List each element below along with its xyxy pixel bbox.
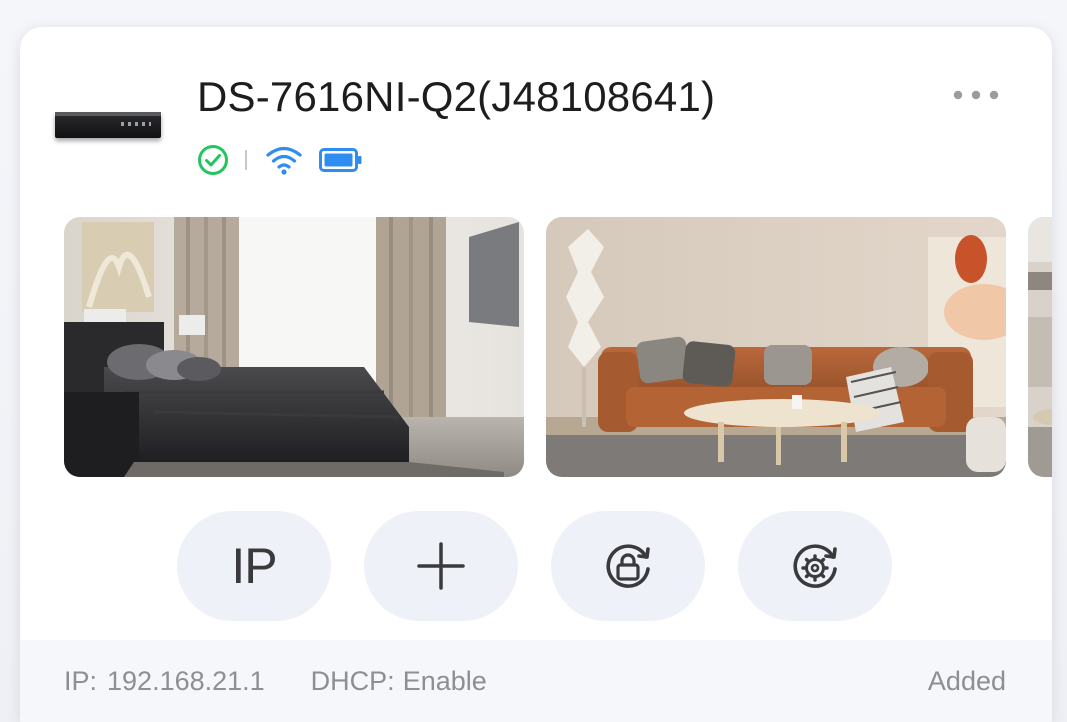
- lock-refresh-icon: [606, 544, 650, 588]
- ip-button-label: IP: [231, 538, 277, 594]
- camera-preview-bedroom[interactable]: [64, 217, 524, 477]
- more-horizontal-icon: [953, 90, 999, 100]
- reset-password-button[interactable]: [551, 511, 705, 621]
- check-circle-icon: [197, 144, 229, 176]
- action-buttons: IP: [177, 511, 892, 621]
- device-thumbnail-strip: [55, 112, 161, 116]
- plus-icon: [417, 542, 465, 590]
- device-info-footer: IP: 192.168.21.1 DHCP: Enable Added: [20, 640, 1052, 722]
- add-device-button[interactable]: [364, 511, 518, 621]
- gear-refresh-icon: [793, 544, 837, 588]
- device-thumbnail: [55, 112, 161, 138]
- wifi-icon: [265, 144, 303, 176]
- device-added-status: Added: [927, 665, 1006, 696]
- dhcp-value: Enable: [402, 665, 487, 696]
- device-thumbnail-leds: [121, 122, 151, 126]
- dhcp-label: DHCP:: [310, 665, 395, 696]
- ip-label: IP:: [64, 665, 98, 696]
- status-separator: [245, 150, 247, 170]
- restore-settings-button[interactable]: [738, 511, 892, 621]
- battery-icon: [319, 146, 363, 174]
- ip-address: 192.168.21.1: [107, 665, 265, 696]
- camera-preview-partial[interactable]: [1028, 217, 1052, 477]
- camera-preview-living-room[interactable]: [546, 217, 1006, 477]
- more-options-button[interactable]: [946, 77, 1006, 113]
- device-card[interactable]: DS-7616NI-Q2(J48108641) IP IP: 192.168.2…: [20, 27, 1052, 722]
- ip-config-button[interactable]: IP: [177, 511, 331, 621]
- page-background: DS-7616NI-Q2(J48108641) IP IP: 192.168.2…: [0, 0, 1067, 722]
- device-name: DS-7616NI-Q2(J48108641): [197, 73, 716, 120]
- camera-previews: [64, 217, 1052, 477]
- status-row: [197, 143, 363, 177]
